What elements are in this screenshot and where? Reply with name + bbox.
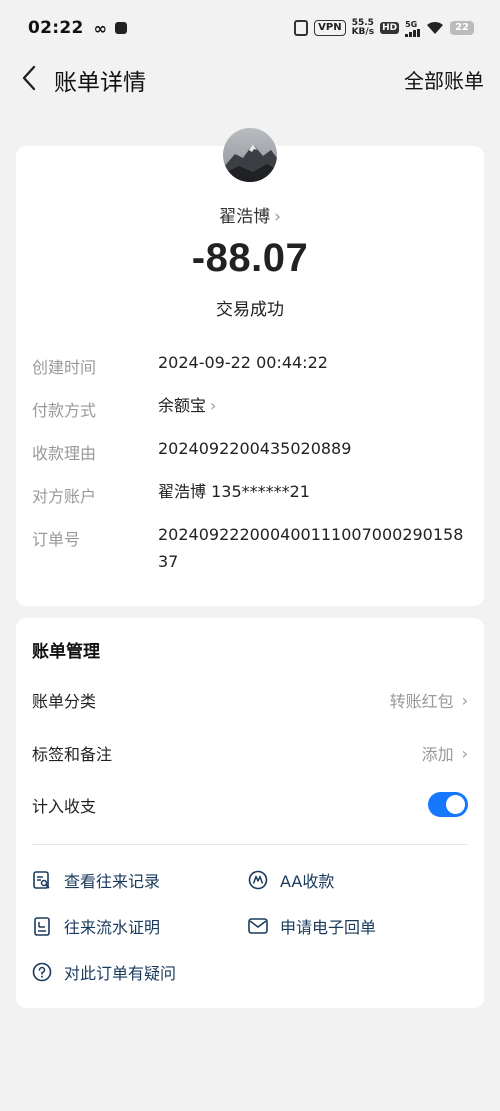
e-receipt-label: 申请电子回单: [280, 918, 377, 937]
document-icon: [32, 916, 52, 936]
detail-label: 付款方式: [32, 401, 97, 420]
detail-row-created-time: 创建时间 2024-09-22 00:44:22: [32, 353, 472, 378]
back-button[interactable]: [14, 62, 44, 94]
payee-name: 翟浩博: [219, 207, 271, 227]
detail-value: 余额宝: [158, 396, 207, 415]
back-arrow-icon: [22, 65, 36, 91]
aa-collect-link[interactable]: AA收款: [248, 868, 334, 892]
payee-name-link[interactable]: 翟浩博 ›: [16, 202, 484, 227]
chevron-right-icon: ›: [274, 207, 281, 227]
battery-icon: 22: [450, 21, 474, 35]
toggle-knob: [446, 795, 465, 814]
hd-badge: HD: [380, 22, 400, 34]
network-speed-unit: KB/s: [351, 27, 375, 37]
tags-row[interactable]: 标签和备注 添加 ›: [32, 741, 468, 765]
history-search-icon: [32, 870, 52, 890]
mail-icon: [248, 916, 268, 936]
detail-value: 翟浩博 135******21: [158, 482, 310, 501]
app-notification-icon: [114, 22, 127, 34]
status-time: 02:22: [28, 18, 84, 38]
detail-label: 订单号: [32, 530, 81, 549]
detail-value-wrap: 余额宝 ›: [158, 392, 472, 421]
order-question-link[interactable]: 对此订单有疑问: [32, 960, 176, 984]
section-title: 账单管理: [32, 642, 100, 662]
avatar[interactable]: [223, 128, 277, 182]
network-type: 5G: [405, 19, 418, 29]
detail-row-payment-method[interactable]: 付款方式 余额宝 ›: [32, 396, 472, 421]
mountain-avatar-image: [223, 128, 277, 182]
category-row[interactable]: 账单分类 转账红包 ›: [32, 688, 468, 712]
detail-row-counterparty: 对方账户 翟浩博 135******21: [32, 482, 472, 507]
category-value: 转账红包: [389, 692, 454, 711]
transaction-card: 翟浩博 › -88.07 交易成功 创建时间 2024-09-22 00:44:2…: [16, 128, 484, 606]
vibrate-icon: [294, 20, 309, 36]
all-bills-link[interactable]: 全部账单: [404, 65, 484, 94]
aa-collect-label: AA收款: [280, 872, 335, 891]
category-value-wrap: 转账红包 ›: [390, 688, 468, 712]
count-row: 计入收支: [32, 792, 468, 817]
count-label: 计入收支: [32, 796, 97, 816]
transaction-amount: -88.07: [191, 236, 309, 280]
infinity-icon: ∞: [93, 18, 107, 38]
question-circle-icon: [32, 962, 52, 982]
status-icons: VPN 55.5 KB/s HD 5G 22: [294, 19, 474, 37]
flow-proof-label: 往来流水证明: [64, 918, 161, 937]
e-receipt-link[interactable]: 申请电子回单: [248, 914, 376, 938]
tags-value: 添加: [421, 745, 454, 764]
view-history-label: 查看往来记录: [64, 872, 161, 891]
nav-bar: 账单详情 全部账单: [0, 56, 500, 100]
detail-row-order-number: 订单号 20240922200040011100700029015837: [32, 525, 472, 575]
category-label: 账单分类: [32, 692, 97, 711]
divider: [32, 844, 468, 845]
bill-management-card: 账单管理 账单分类 转账红包 › 标签和备注 添加 › 计入收支 查看往来记录 AA…: [16, 618, 484, 1008]
page-title: 账单详情: [54, 70, 146, 96]
detail-label: 对方账户: [32, 487, 97, 506]
order-question-label: 对此订单有疑问: [64, 964, 177, 983]
detail-value: 2024092200435020889: [158, 439, 352, 458]
network-speed: 55.5 KB/s: [352, 19, 374, 37]
wifi-icon: [427, 21, 444, 34]
detail-value: 2024-09-22 00:44:22: [158, 353, 328, 372]
tags-value-wrap: 添加 ›: [422, 741, 468, 765]
chevron-right-icon: ›: [461, 743, 468, 763]
transaction-status: 交易成功: [216, 300, 284, 320]
count-toggle[interactable]: [428, 792, 468, 817]
detail-label: 收款理由: [32, 444, 97, 463]
detail-label: 创建时间: [32, 358, 97, 377]
tags-label: 标签和备注: [32, 745, 113, 764]
detail-row-reason: 收款理由 2024092200435020889: [32, 439, 472, 464]
chevron-right-icon: ›: [210, 396, 217, 415]
flow-proof-link[interactable]: 往来流水证明: [32, 914, 160, 938]
vpn-badge: VPN: [314, 20, 346, 36]
status-bar: 02:22 ∞ VPN 55.5 KB/s HD 5G 22: [0, 0, 500, 56]
chevron-right-icon: ›: [461, 690, 468, 710]
aa-icon: [248, 870, 268, 890]
view-history-link[interactable]: 查看往来记录: [32, 868, 160, 892]
detail-value: 20240922200040011100700029015837: [158, 525, 464, 571]
signal-icon: 5G: [405, 19, 421, 37]
